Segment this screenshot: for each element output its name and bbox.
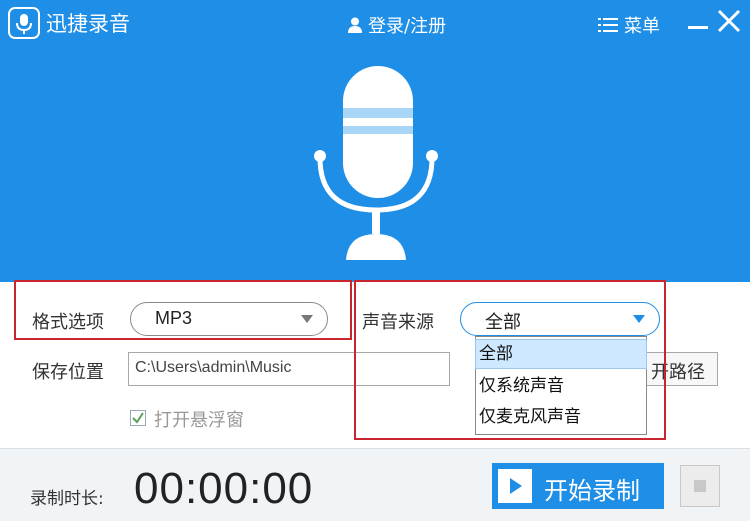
format-highlight-box (14, 280, 352, 340)
menu-icon (598, 18, 618, 32)
app-title: 迅捷录音 (46, 12, 130, 36)
duration-value: 00:00:00 (134, 464, 314, 513)
play-icon-box (498, 469, 532, 503)
login-register-label: 登录/注册 (368, 16, 447, 37)
duration-label: 录制时长: (30, 489, 104, 509)
minimize-button[interactable] (688, 10, 708, 34)
minimize-icon (688, 26, 708, 29)
stop-icon (694, 480, 706, 492)
play-icon (510, 478, 522, 494)
user-icon (348, 17, 362, 33)
app-header: 迅捷录音 登录/注册 菜单 (0, 0, 750, 282)
start-recording-label: 开始录制 (544, 477, 640, 505)
start-recording-button[interactable]: 开始录制 (492, 463, 664, 509)
menu-button[interactable]: 菜单 (598, 12, 660, 38)
float-window-label: 打开悬浮窗 (154, 410, 244, 431)
close-button[interactable] (716, 8, 742, 34)
close-icon (717, 9, 741, 33)
source-highlight-box (354, 280, 666, 440)
float-window-checkbox[interactable] (130, 410, 146, 426)
microphone-icon (8, 7, 40, 39)
menu-label: 菜单 (624, 16, 660, 37)
stop-button[interactable] (680, 465, 720, 507)
save-location-label: 保存位置 (32, 362, 104, 383)
check-icon (132, 412, 144, 424)
microphone-icon (314, 66, 438, 260)
login-register-link[interactable]: 登录/注册 (348, 12, 446, 38)
